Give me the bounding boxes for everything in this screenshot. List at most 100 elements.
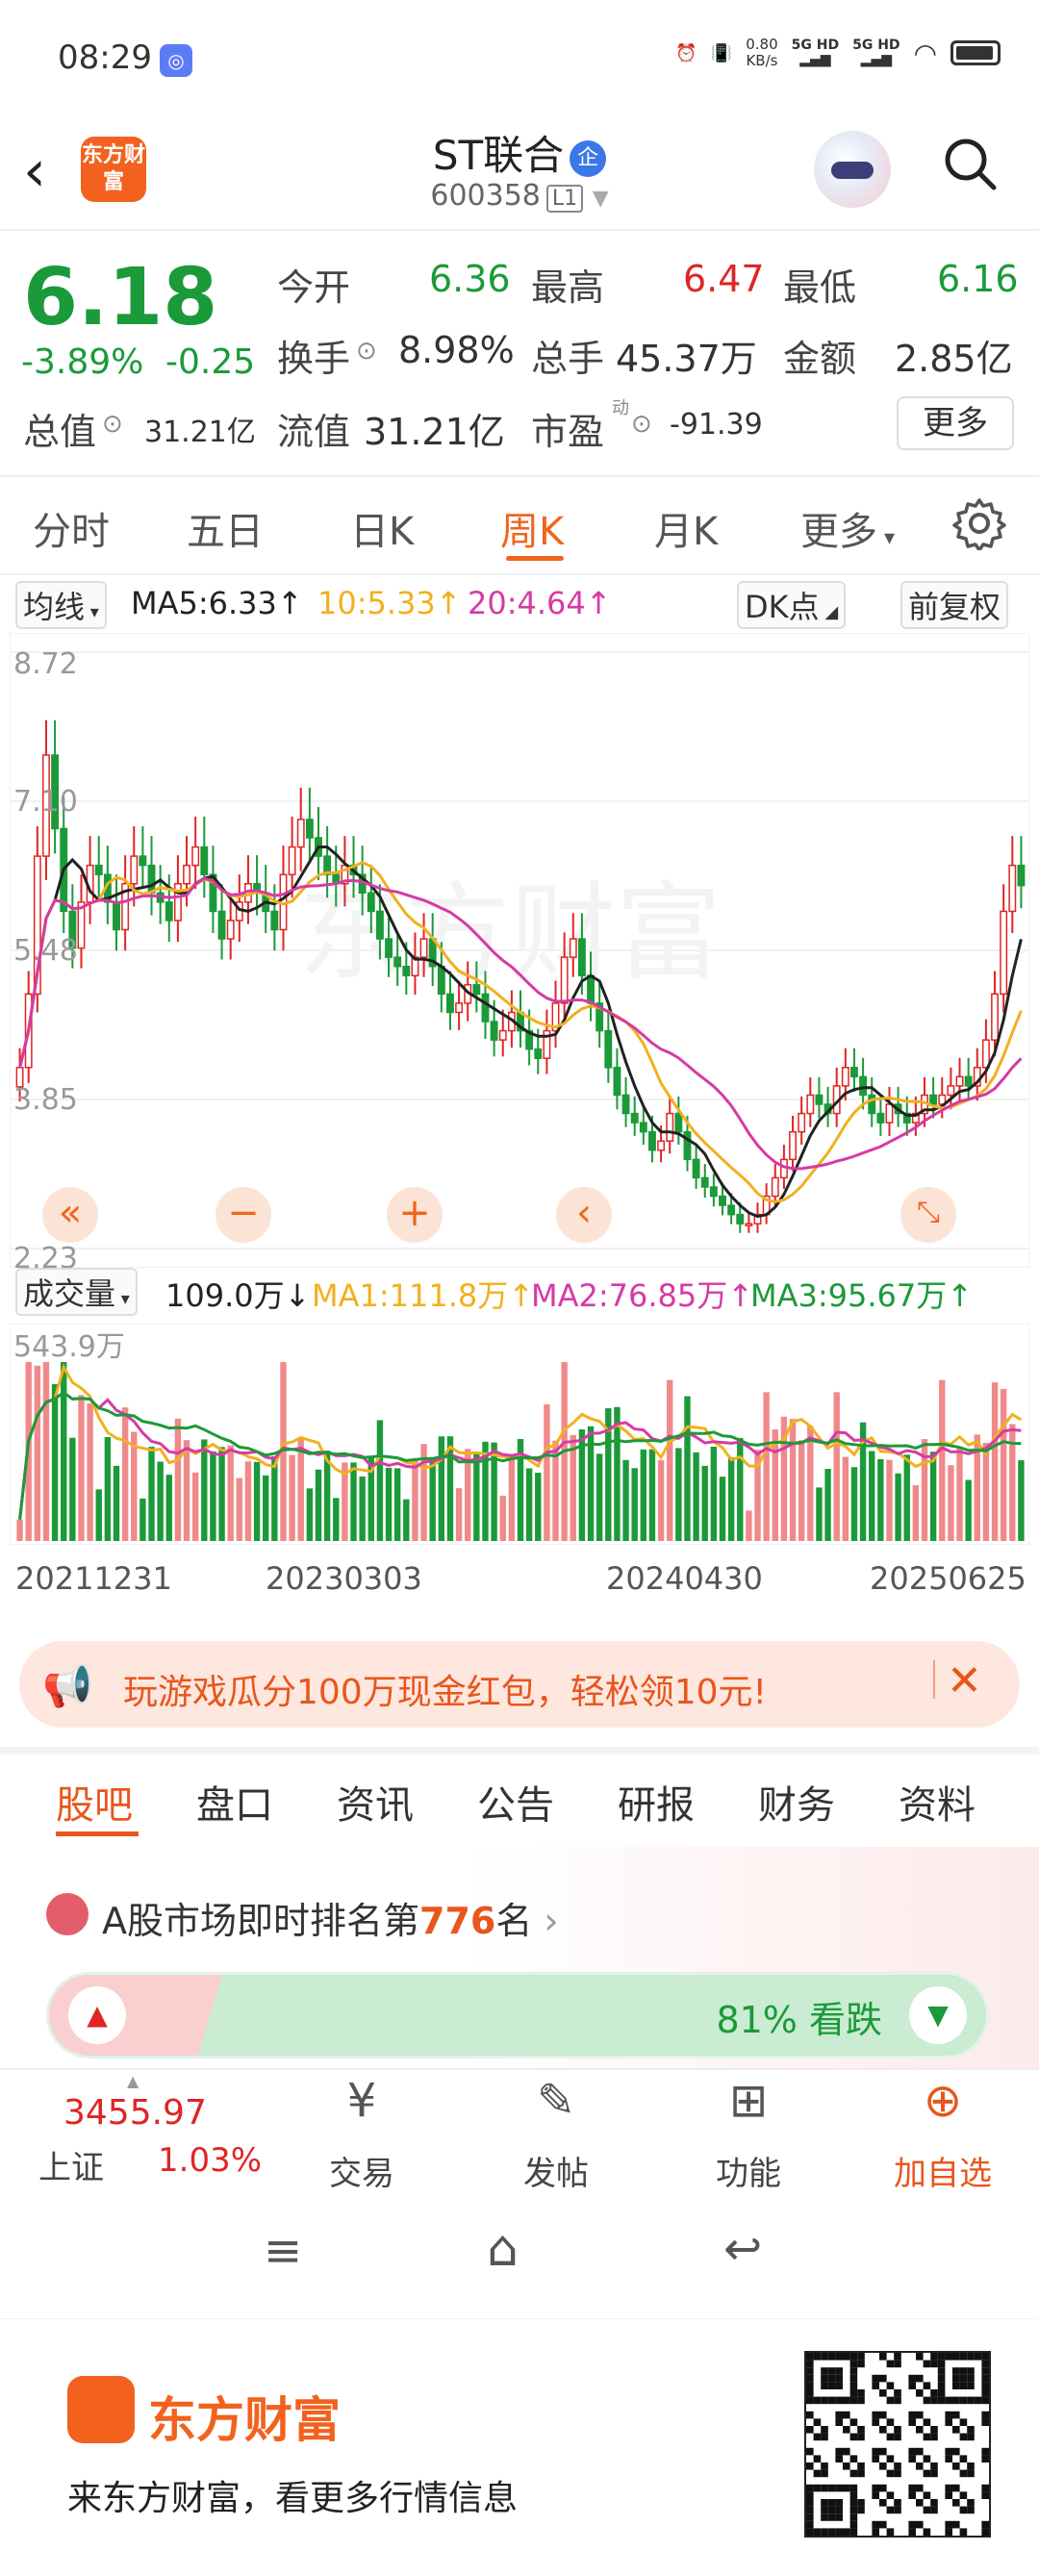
promo-text[interactable]: 玩游戏瓜分100万现金红包，轻松领10元! (123, 1664, 767, 1714)
volume-selector[interactable]: 成交量 ▾ (15, 1268, 138, 1316)
kline-chart[interactable]: 东方财富 8.727.105.483.852.23 (10, 633, 1029, 1268)
info-icon[interactable]: ⊙ (356, 337, 377, 366)
dk-point-selector[interactable]: DK点 ◢ (737, 581, 847, 629)
vote-down-button[interactable]: ▼ (909, 1986, 967, 2044)
qr-module (923, 2455, 931, 2462)
market-rank[interactable]: A股市场即时排名第776名 › (102, 1891, 559, 1944)
adjust-selector[interactable]: 前复权 (900, 581, 1009, 629)
post-edit-icon[interactable]: ✎ (479, 2074, 633, 2128)
volume-bar (807, 1426, 814, 1541)
net-speed: 0.80 KB/s (746, 37, 777, 69)
volume-bar (508, 1454, 516, 1541)
qr-module (923, 2528, 931, 2536)
qr-module (967, 2433, 975, 2441)
subtab-profile[interactable]: 资料 (899, 1774, 976, 1830)
nav-trade[interactable]: 交易 (285, 2147, 439, 2194)
add-watchlist-icon[interactable]: ⊕ (866, 2074, 1020, 2128)
candle-body (183, 864, 190, 885)
qr-module (835, 2353, 843, 2361)
candle-body (560, 956, 569, 1004)
volume-bar (798, 1440, 805, 1541)
candle-body (709, 1186, 718, 1198)
trade-icon[interactable]: ¥ (285, 2074, 439, 2128)
qr-module (857, 2426, 865, 2434)
qr-module (806, 2382, 814, 2389)
subtab-research[interactable]: 研报 (618, 1774, 695, 1830)
subtab-announcements[interactable]: 公告 (477, 1774, 554, 1830)
menu-icon[interactable]: ≡ (264, 2224, 302, 2278)
zoom-in-button[interactable]: + (387, 1187, 443, 1243)
nav-post[interactable]: 发帖 (479, 2147, 633, 2194)
qr-module (835, 2374, 843, 2383)
info-icon[interactable]: ⊙ (102, 410, 123, 439)
qr-module (981, 2360, 989, 2368)
index-value[interactable]: 3455.97 (63, 2093, 207, 2133)
qr-module (967, 2499, 975, 2507)
ma-selector[interactable]: 均线 ▾ (15, 581, 107, 629)
qr-module (908, 2491, 916, 2499)
tab-daily-k[interactable]: 日K (350, 500, 414, 556)
zoom-out-button[interactable]: − (215, 1187, 271, 1243)
status-bar: 08:29 ◎ ⏰ 📳 0.80 KB/s 5G HD ▂▄▆ 5G HD ▂▄▆ ◠ (0, 0, 1039, 115)
qr-module (930, 2462, 938, 2470)
qr-module (908, 2374, 916, 2383)
pe-dynamic-mark: 动 (612, 398, 629, 418)
tab-more[interactable]: 更多 ▾ (800, 500, 895, 556)
close-icon[interactable]: ✕ (947, 1656, 982, 1705)
fullscreen-icon[interactable]: ⤡ (900, 1187, 956, 1243)
qr-module (821, 2499, 828, 2507)
qr-module (886, 2433, 895, 2441)
back-nav-icon[interactable]: ↩ (723, 2222, 762, 2276)
index-percent[interactable]: 1.03% (158, 2141, 262, 2180)
qr-module (916, 2447, 924, 2456)
qr-module (821, 2469, 828, 2478)
qr-module (923, 2360, 931, 2368)
tab-monthly-k[interactable]: 月K (654, 500, 718, 556)
qr-module (806, 2528, 814, 2536)
function-grid-icon[interactable]: ⊞ (672, 2074, 825, 2128)
candle-body (719, 1195, 726, 1206)
scroll-left-fast-button[interactable]: « (42, 1187, 98, 1243)
divider (0, 1747, 1039, 1755)
qr-module (827, 2374, 836, 2383)
qr-module (952, 2411, 960, 2419)
volume-bar (869, 1451, 875, 1541)
vote-up-button[interactable]: ▲ (68, 1986, 126, 2044)
candle-body (727, 1204, 736, 1216)
qr-module (930, 2426, 938, 2434)
candle-body (771, 1176, 779, 1198)
tab-intraday[interactable]: 分时 (33, 500, 110, 556)
info-icon[interactable]: ⊙ (631, 410, 652, 439)
nav-function[interactable]: 功能 (672, 2147, 825, 2194)
qr-module (806, 2520, 814, 2529)
subtab-orderbook[interactable]: 盘口 (196, 1774, 273, 1830)
assistant-robot-icon[interactable] (814, 131, 891, 208)
index-name[interactable]: 上证 (38, 2141, 104, 2188)
gear-icon[interactable] (952, 496, 1006, 550)
qr-module (952, 2382, 960, 2389)
nav-add-watchlist[interactable]: 加自选 (866, 2147, 1020, 2194)
qr-module (827, 2353, 836, 2361)
qr-module (981, 2411, 989, 2419)
volume-bar (877, 1458, 884, 1541)
qr-module (974, 2396, 982, 2405)
search-icon[interactable] (941, 135, 999, 192)
subtab-forum[interactable]: 股吧 (56, 1774, 133, 1830)
rank-number: 776 (419, 1900, 496, 1942)
qr-module (849, 2360, 858, 2368)
qr-module (843, 2396, 850, 2405)
price-axis-label: 3.85 (13, 1083, 78, 1117)
tab-weekly-k[interactable]: 周K (500, 500, 564, 556)
volume-bar (350, 1462, 357, 1541)
more-quote-button[interactable]: 更多 (897, 396, 1014, 450)
tab-five-day[interactable]: 五日 (187, 500, 264, 556)
subtab-finance[interactable]: 财务 (758, 1774, 835, 1830)
subtab-news[interactable]: 资讯 (337, 1774, 414, 1830)
volume-chart[interactable]: 543.9万 (10, 1324, 1029, 1545)
volume-bar (727, 1457, 735, 1541)
qr-module (894, 2426, 901, 2434)
home-icon[interactable]: ⌂ (487, 2220, 519, 2278)
qr-module (879, 2374, 887, 2383)
scroll-left-button[interactable]: ‹ (556, 1187, 612, 1243)
last-price: 6.18 (23, 252, 218, 343)
